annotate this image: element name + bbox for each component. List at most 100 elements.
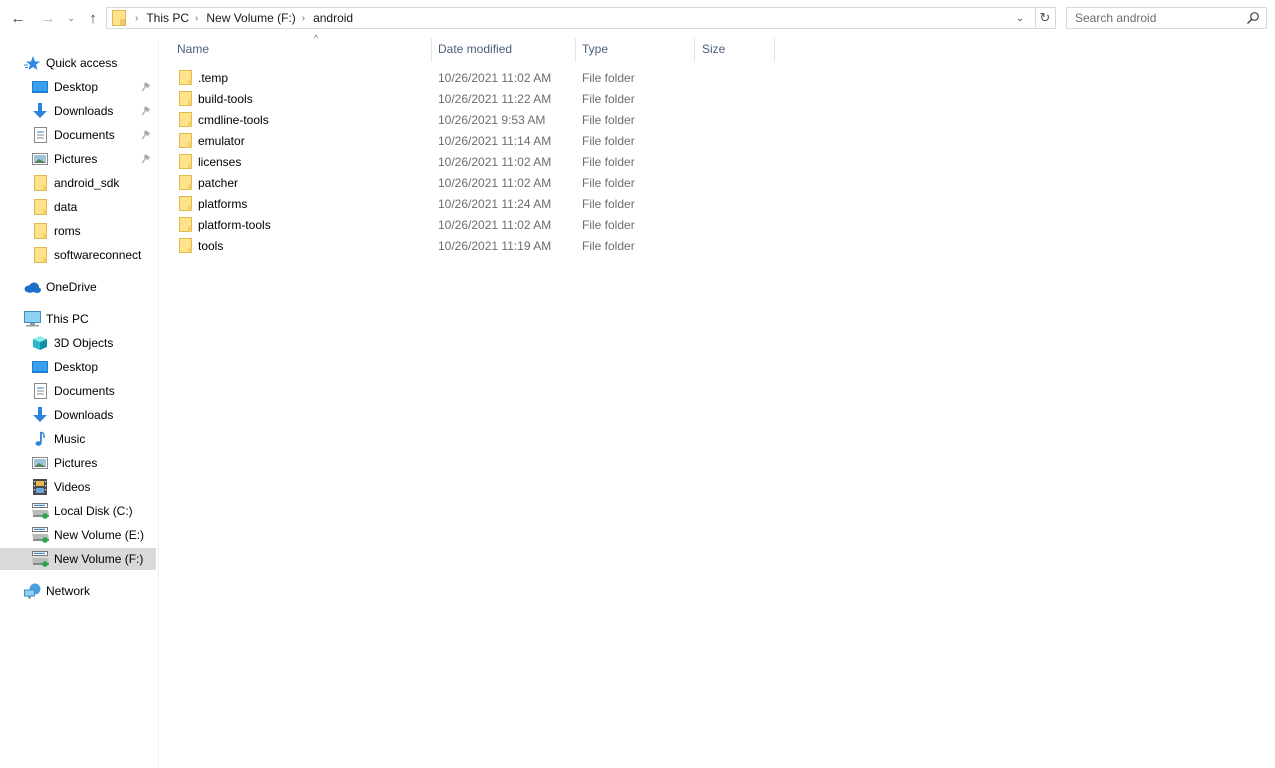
back-button[interactable]: ← [8,8,28,28]
sidebar-item-desktop[interactable]: Desktop [0,76,156,98]
breadcrumb-this-pc[interactable]: This PC [146,11,189,25]
sidebar-item-pictures-pc[interactable]: Pictures [0,452,156,474]
sidebar-item-documents[interactable]: Documents [0,124,156,146]
file-row[interactable]: platforms 10/26/2021 11:24 AM File folde… [171,193,791,214]
sidebar-item-network[interactable]: Network [0,580,156,602]
file-row[interactable]: build-tools 10/26/2021 11:22 AM File fol… [171,88,791,109]
sidebar-item-onedrive[interactable]: OneDrive [0,276,156,298]
file-date-modified: 10/26/2021 11:14 AM [438,133,552,148]
search-icon[interactable] [1246,11,1260,25]
column-divider[interactable] [774,38,775,62]
drive-icon [31,503,49,519]
sidebar-item-3d-objects[interactable]: 3D Objects [0,332,156,354]
drive-icon [31,551,49,567]
column-header-name[interactable]: Name ^ [177,33,432,61]
search-input[interactable] [1067,8,1242,28]
video-icon [31,479,49,495]
sidebar-item-label: This PC [46,312,89,326]
navigation-bar: ← → ⌄ ↑ › This PC › New Volume (F:) › an… [0,0,1275,35]
sidebar-item-data[interactable]: data [0,196,156,218]
sidebar-item-label: Documents [54,128,115,142]
drive-icon [31,527,49,543]
sidebar-item-new-volume-f[interactable]: New Volume (F:) [0,548,156,570]
column-header-type[interactable]: Type [582,36,694,61]
arrow-left-icon: ← [10,9,26,27]
refresh-button[interactable]: ↻ [1037,8,1053,28]
folder-icon [179,70,192,85]
breadcrumb-separator[interactable]: › [195,13,198,24]
pin-icon[interactable] [142,129,152,141]
file-type: File folder [582,238,635,253]
file-name: tools [198,238,224,253]
sidebar-item-local-disk-c[interactable]: Local Disk (C:) [0,500,156,522]
sidebar-item-documents-pc[interactable]: Documents [0,380,156,402]
sidebar-item-label: New Volume (E:) [54,528,145,542]
document-icon [31,127,49,143]
sidebar-item-this-pc[interactable]: This PC [0,308,156,330]
recent-locations-button[interactable]: ⌄ [63,8,79,28]
file-type: File folder [582,133,635,148]
folder-icon [179,175,192,190]
folder-icon [112,10,126,26]
file-name: patcher [198,175,239,190]
breadcrumb-separator[interactable]: › [135,13,138,24]
sidebar-item-softwareconnect[interactable]: softwareconnect [0,244,156,266]
file-row[interactable]: licenses 10/26/2021 11:02 AM File folder [171,151,791,172]
sidebar-item-label: 3D Objects [54,336,114,350]
file-row[interactable]: emulator 10/26/2021 11:14 AM File folder [171,130,791,151]
pin-icon[interactable] [142,81,152,93]
sidebar-item-label: softwareconnect [54,248,142,262]
breadcrumb-android[interactable]: android [313,11,353,25]
sidebar-item-desktop-pc[interactable]: Desktop [0,356,156,378]
folder-icon [179,217,192,232]
music-icon [31,431,49,447]
sidebar-item-label: data [54,200,78,214]
cube-icon [31,335,49,351]
file-name: platform-tools [198,217,271,232]
sidebar-item-downloads[interactable]: Downloads [0,100,156,122]
up-button[interactable]: ↑ [83,8,103,28]
column-header-label: Type [582,41,609,56]
file-name: build-tools [198,91,253,106]
sidebar-item-label: roms [54,224,81,238]
sidebar-item-videos[interactable]: Videos [0,476,156,498]
network-icon [23,583,41,599]
pin-icon[interactable] [142,153,152,165]
sidebar-item-android-sdk[interactable]: android_sdk [0,172,156,194]
file-row[interactable]: platform-tools 10/26/2021 11:02 AM File … [171,214,791,235]
file-row[interactable]: .temp 10/26/2021 11:02 AM File folder [171,67,791,88]
column-divider[interactable] [575,38,576,62]
sidebar-item-label: Desktop [54,80,99,94]
sidebar-item-quick-access[interactable]: Quick access [0,52,156,74]
column-header-size[interactable]: Size [702,36,774,61]
navigation-pane: Quick access Desktop Downloads Documents… [0,40,158,768]
sidebar-item-downloads-pc[interactable]: Downloads [0,404,156,426]
column-header-date-modified[interactable]: Date modified [438,36,575,61]
sidebar-item-roms[interactable]: roms [0,220,156,242]
forward-button[interactable]: → [38,8,58,28]
download-icon [31,407,49,423]
file-row[interactable]: patcher 10/26/2021 11:02 AM File folder [171,172,791,193]
file-type: File folder [582,217,635,232]
file-name: licenses [198,154,242,169]
breadcrumb-new-volume-f[interactable]: New Volume (F:) [206,11,295,25]
pictures-icon [31,455,49,471]
column-divider[interactable] [431,38,432,62]
breadcrumb-separator[interactable]: › [302,13,305,24]
sidebar-item-label: OneDrive [46,280,97,294]
breadcrumb: › This PC › New Volume (F:) › android [129,8,353,28]
folder-icon [179,133,192,148]
pin-icon[interactable] [142,105,152,117]
sidebar-item-new-volume-e[interactable]: New Volume (E:) [0,524,156,546]
file-row[interactable]: tools 10/26/2021 11:19 AM File folder [171,235,791,256]
address-dropdown-button[interactable]: ⌄ [1013,8,1027,28]
sidebar-item-label: Local Disk (C:) [54,504,133,518]
sidebar-item-music[interactable]: Music [0,428,156,450]
file-row[interactable]: cmdline-tools 10/26/2021 9:53 AM File fo… [171,109,791,130]
address-bar[interactable]: › This PC › New Volume (F:) › android ⌄ … [106,7,1056,29]
column-divider[interactable] [694,38,695,62]
sidebar-item-pictures[interactable]: Pictures [0,148,156,170]
file-type: File folder [582,196,635,211]
pictures-icon [31,151,49,167]
sidebar-item-label: New Volume (F:) [54,552,144,566]
